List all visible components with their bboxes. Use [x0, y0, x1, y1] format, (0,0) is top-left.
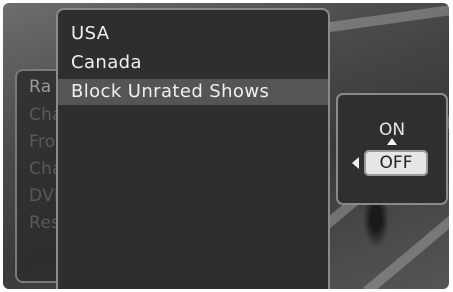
tv-screen: Ra Change Locks Front Panel Lock Change … — [3, 3, 449, 289]
menu-item-ratings[interactable]: Ra — [29, 77, 51, 97]
toggle-on-option[interactable]: ON — [338, 120, 446, 140]
toggle-off-option[interactable]: OFF — [364, 150, 428, 176]
up-arrow-icon[interactable] — [387, 138, 397, 145]
dropdown-item-canada[interactable]: Canada — [58, 50, 328, 76]
dropdown-item-usa[interactable]: USA — [58, 21, 328, 47]
left-arrow-icon[interactable] — [352, 157, 359, 169]
dropdown-item-block-unrated-shows[interactable]: Block Unrated Shows — [58, 79, 328, 105]
block-unrated-toggle-panel: ON OFF — [336, 93, 448, 205]
ratings-dropdown: USA Canada Block Unrated Shows — [56, 8, 330, 289]
field-stripe — [323, 3, 449, 33]
